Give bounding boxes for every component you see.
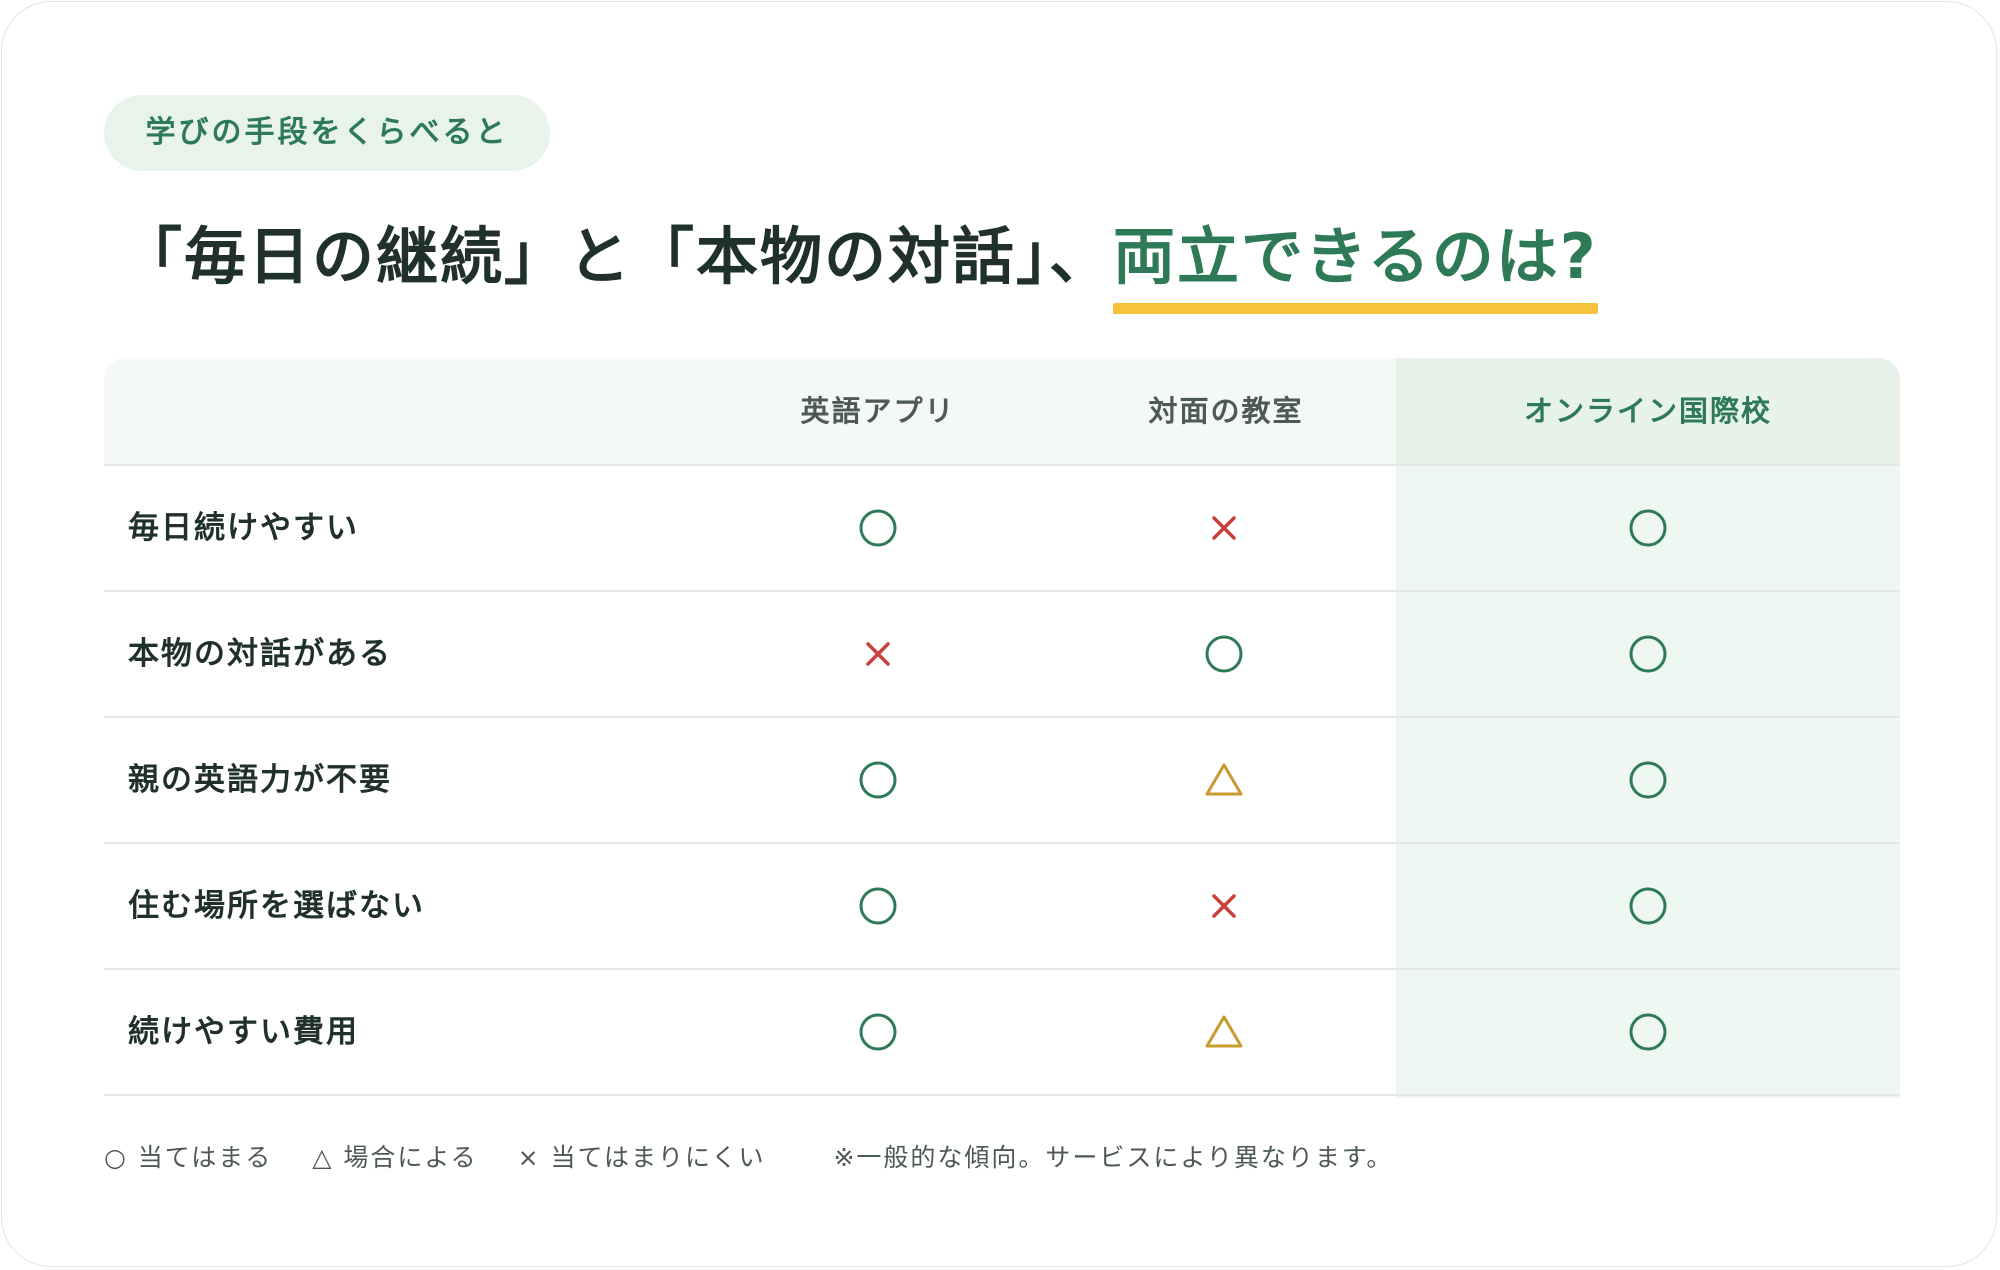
row-label: 住む場所を選ばない <box>128 888 425 924</box>
row-label: 毎日続けやすい <box>128 510 359 546</box>
legend: ○ 当てはまる △ 場合による × 当てはまりにくい ※一般的な傾向。サービスに… <box>104 1138 1423 1178</box>
circle-mark-icon <box>858 508 898 548</box>
triangle-mark-icon <box>1204 760 1244 800</box>
legend-note: ※一般的な傾向。サービスにより異なります。 <box>833 1143 1394 1172</box>
circle-mark-icon <box>1204 634 1244 674</box>
circle-mark-icon <box>858 886 898 926</box>
table-row: 毎日続けやすい <box>104 466 1900 592</box>
circle-mark-icon <box>1628 886 1668 926</box>
comparison-table: 英語アプリ 対面の教室 オンライン国際校 毎日続けやすい 本物の対話がある 親の英語… <box>104 358 1900 1098</box>
legend-triangle: △ 場合による <box>312 1143 478 1172</box>
legend-circle: ○ 当てはまる <box>104 1143 273 1172</box>
circle-mark-icon <box>1628 760 1668 800</box>
circle-mark-icon <box>1628 634 1668 674</box>
table-row: 親の英語力が不要 <box>104 718 1900 844</box>
legend-cross: × 当てはまりにくい <box>517 1143 766 1172</box>
table-row: 住む場所を選ばない <box>104 844 1900 970</box>
table-header-row: 英語アプリ 対面の教室 オンライン国際校 <box>104 358 1900 466</box>
section-tag: 学びの手段をくらべると <box>104 95 550 171</box>
table-row: 本物の対話がある <box>104 592 1900 718</box>
circle-mark-icon <box>1628 508 1668 548</box>
headline-accent: 両立できるのは? <box>1113 212 1598 314</box>
cross-mark-icon <box>1204 508 1244 548</box>
headline-accent-text: 両立できるのは? <box>1113 220 1598 293</box>
column-header-app: 英語アプリ <box>800 394 956 428</box>
row-label: 続けやすい費用 <box>128 1014 359 1050</box>
accent-underline <box>1113 303 1598 314</box>
triangle-mark-icon <box>1204 1012 1244 1052</box>
row-label: 本物の対話がある <box>128 636 392 672</box>
headline-main: 「毎日の継続」と「本物の対話」、 <box>120 220 1114 293</box>
column-header-classroom: 対面の教室 <box>1148 394 1304 428</box>
column-header-online-school: オンライン国際校 <box>1523 394 1772 428</box>
comparison-card: 学びの手段をくらべると 「毎日の継続」と「本物の対話」、両立できるのは? 英語ア… <box>1 1 1997 1267</box>
table-row: 続けやすい費用 <box>104 970 1900 1096</box>
circle-mark-icon <box>1628 1012 1668 1052</box>
circle-mark-icon <box>858 760 898 800</box>
circle-mark-icon <box>858 1012 898 1052</box>
cross-mark-icon <box>858 634 898 674</box>
cross-mark-icon <box>1204 886 1244 926</box>
row-label: 親の英語力が不要 <box>128 762 392 798</box>
headline: 「毎日の継続」と「本物の対話」、両立できるのは? <box>120 212 1598 314</box>
